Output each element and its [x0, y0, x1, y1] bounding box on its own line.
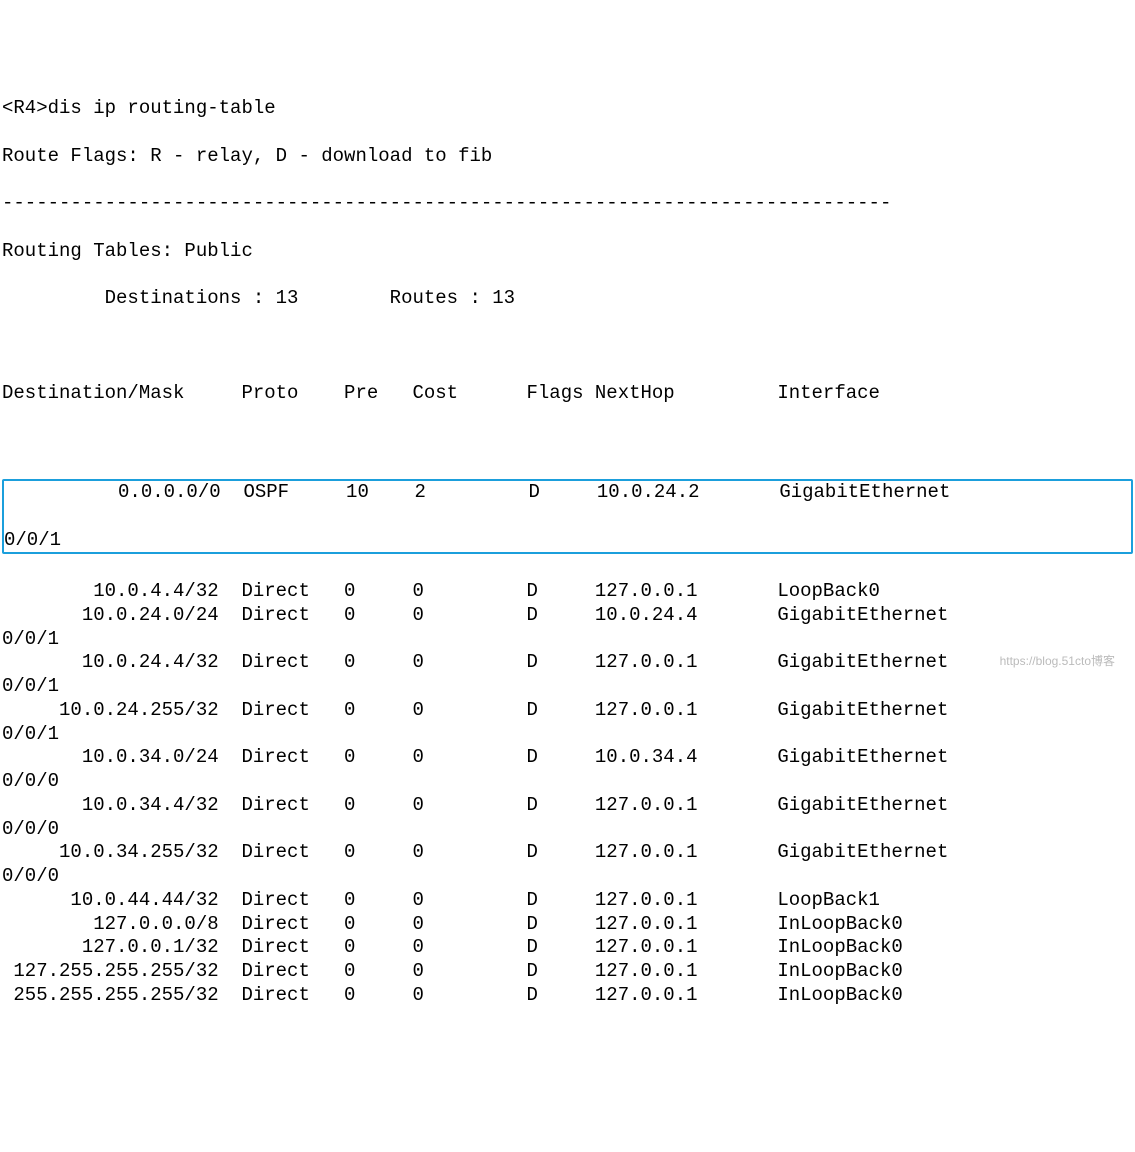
table-row: 255.255.255.255/32 Direct 0 0 D 127.0.0.…	[2, 984, 1133, 1008]
table-row: 10.0.4.4/32 Direct 0 0 D 127.0.0.1 LoopB…	[2, 580, 1133, 604]
table-row: 10.0.44.44/32 Direct 0 0 D 127.0.0.1 Loo…	[2, 889, 1133, 913]
command-prompt: <R4>dis ip routing-table	[2, 97, 1133, 121]
table-row: 10.0.34.0/24 Direct 0 0 D 10.0.34.4 Giga…	[2, 746, 1133, 770]
table-row-cont: 0/0/0	[2, 818, 1133, 842]
table-header: Destination/Mask Proto Pre Cost Flags Ne…	[2, 382, 1133, 406]
table-row-cont: 0/0/1	[2, 628, 1133, 652]
route-flags-legend: Route Flags: R - relay, D - download to …	[2, 145, 1133, 169]
table-row-cont: 0/0/0	[2, 770, 1133, 794]
table-row: 10.0.34.255/32 Direct 0 0 D 127.0.0.1 Gi…	[2, 841, 1133, 865]
highlighted-route: 0.0.0.0/0 OSPF 10 2 D 10.0.24.2 GigabitE…	[2, 479, 1133, 554]
blank-line	[2, 335, 1133, 359]
table-row: 10.0.24.4/32 Direct 0 0 D 127.0.0.1 Giga…	[2, 651, 1133, 675]
table-row-cont: 0/0/1	[2, 675, 1133, 699]
table-title: Routing Tables: Public	[2, 240, 1133, 264]
table-row: 127.0.0.1/32 Direct 0 0 D 127.0.0.1 InLo…	[2, 936, 1133, 960]
table-row-cont: 0/0/1	[2, 723, 1133, 747]
summary-line: Destinations : 13 Routes : 13	[2, 287, 1133, 311]
table-row: 0.0.0.0/0 OSPF 10 2 D 10.0.24.2 GigabitE…	[4, 481, 1131, 505]
divider: ----------------------------------------…	[2, 192, 1133, 216]
table-row: 10.0.34.4/32 Direct 0 0 D 127.0.0.1 Giga…	[2, 794, 1133, 818]
table-row: 127.255.255.255/32 Direct 0 0 D 127.0.0.…	[2, 960, 1133, 984]
table-row: 10.0.24.0/24 Direct 0 0 D 10.0.24.4 Giga…	[2, 604, 1133, 628]
table-row: 10.0.24.255/32 Direct 0 0 D 127.0.0.1 Gi…	[2, 699, 1133, 723]
table-row: 127.0.0.0/8 Direct 0 0 D 127.0.0.1 InLoo…	[2, 913, 1133, 937]
table-row-cont: 0/0/0	[2, 865, 1133, 889]
watermark: https://blog.51cto博客	[1000, 654, 1115, 669]
routes-list: 10.0.4.4/32 Direct 0 0 D 127.0.0.1 LoopB…	[2, 580, 1133, 1008]
blank-line	[2, 430, 1133, 454]
table-row-cont: 0/0/1	[4, 529, 1131, 553]
